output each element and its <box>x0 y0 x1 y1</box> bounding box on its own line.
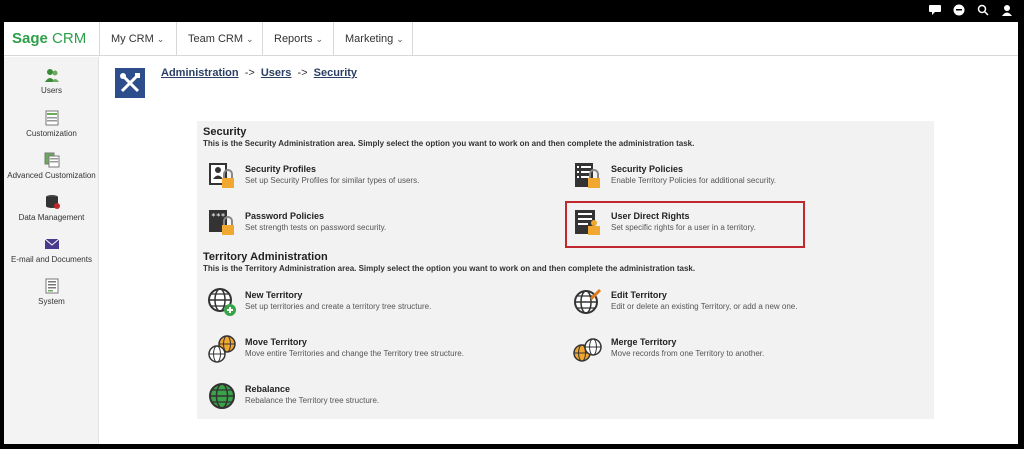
customization-icon <box>45 110 58 126</box>
breadcrumb-separator: -> <box>244 67 255 79</box>
new-territory-option[interactable]: New Territory Set up territories and cre… <box>203 285 533 319</box>
envelope-icon <box>44 238 59 249</box>
help-icon[interactable] <box>952 4 966 16</box>
edit-territory-icon <box>574 288 602 314</box>
option-description: Move entire Territories and change the T… <box>245 349 464 358</box>
security-policies-icon <box>575 163 600 188</box>
security-section-description: This is the Security Administration area… <box>203 139 695 148</box>
option-title: Edit Territory <box>611 290 667 300</box>
highlight-box <box>565 201 805 248</box>
advanced-customization-icon <box>44 152 59 168</box>
os-top-bar <box>0 0 1024 22</box>
sidebar-item-label: Customization <box>26 129 77 138</box>
rebalance-icon <box>209 383 235 409</box>
password-policies-icon: *** <box>209 210 234 235</box>
new-territory-icon <box>208 288 236 316</box>
sidebar-item-advanced-customization[interactable]: Advanced Customization <box>4 152 99 180</box>
admin-tools-icon <box>115 68 145 98</box>
merge-territory-icon <box>573 338 602 362</box>
sidebar-item-label: Advanced Customization <box>7 171 96 180</box>
sidebar-item-label: Data Management <box>18 213 85 222</box>
merge-territory-option[interactable]: Merge Territory Move records from one Te… <box>569 332 899 366</box>
territory-section-description: This is the Territory Administration are… <box>203 264 696 273</box>
security-section-title: Security <box>203 126 247 138</box>
search-icon[interactable] <box>976 4 990 16</box>
database-icon <box>45 195 60 209</box>
sage-crm-logo[interactable]: Sage CRM <box>12 30 86 47</box>
option-description: Move records from one Territory to anoth… <box>611 349 765 358</box>
move-territory-option[interactable]: Move Territory Move entire Territories a… <box>203 332 533 366</box>
users-icon <box>44 69 59 82</box>
nav-team-crm[interactable]: Team CRM ⌄ <box>176 22 262 56</box>
user-icon[interactable] <box>1000 4 1014 16</box>
option-title: Rebalance <box>245 384 291 394</box>
security-policies-option[interactable]: Security Policies Enable Territory Polic… <box>569 159 899 193</box>
chevron-down-icon: ⌄ <box>156 34 165 44</box>
option-description: Enable Territory Policies for additional… <box>611 176 777 185</box>
sidebar-item-email-documents[interactable]: E-mail and Documents <box>4 236 99 264</box>
system-icon <box>45 278 58 294</box>
logo-primary: Sage <box>12 30 48 47</box>
option-description: Edit or delete an existing Territory, or… <box>611 302 798 311</box>
breadcrumb-separator: -> <box>297 67 308 79</box>
option-title: Password Policies <box>245 211 325 221</box>
admin-panel: Security This is the Security Administra… <box>197 121 934 419</box>
sidebar-item-system[interactable]: System <box>4 278 99 306</box>
sidebar-item-label: E-mail and Documents <box>11 255 92 264</box>
security-profiles-icon <box>209 163 234 188</box>
sidebar-item-data-management[interactable]: Data Management <box>4 194 99 222</box>
nav-marketing[interactable]: Marketing ⌄ <box>333 22 413 56</box>
option-title: Merge Territory <box>611 337 677 347</box>
password-policies-option[interactable]: *** Password Policies Set strength tests… <box>203 206 533 240</box>
rebalance-option[interactable]: Rebalance Rebalance the Territory tree s… <box>203 379 533 413</box>
breadcrumb-security[interactable]: Security <box>314 67 357 79</box>
option-title: Security Profiles <box>245 164 317 174</box>
sidebar-item-customization[interactable]: Customization <box>4 110 99 138</box>
chevron-down-icon: ⌄ <box>315 34 324 44</box>
option-description: Set strength tests on password security. <box>245 223 387 232</box>
breadcrumb: Administration -> Users -> Security <box>161 67 357 79</box>
territory-section-title: Territory Administration <box>203 251 328 263</box>
option-description: Set up Security Profiles for similar typ… <box>245 176 420 185</box>
chevron-down-icon: ⌄ <box>246 34 254 44</box>
chevron-down-icon: ⌄ <box>396 34 404 44</box>
option-title: Move Territory <box>245 337 307 347</box>
option-title: New Territory <box>245 290 303 300</box>
sidebar-item-label: Users <box>41 86 62 95</box>
nav-label: My CRM <box>111 33 154 45</box>
option-description: Set up territories and create a territor… <box>245 302 432 311</box>
logo-secondary: CRM <box>52 30 87 47</box>
sidebar-item-label: System <box>38 297 65 306</box>
nav-reports[interactable]: Reports ⌄ <box>262 22 333 56</box>
nav-label: Marketing <box>345 33 394 45</box>
move-territory-icon <box>208 335 236 363</box>
nav-my-crm[interactable]: My CRM ⌄ <box>99 22 176 56</box>
option-description: Rebalance the Territory tree structure. <box>245 396 380 405</box>
breadcrumb-administration[interactable]: Administration <box>161 67 239 79</box>
option-title: Security Policies <box>611 164 684 174</box>
comment-icon[interactable] <box>928 4 942 16</box>
breadcrumb-users[interactable]: Users <box>261 67 292 79</box>
main-header: Sage CRM My CRM ⌄ Team CRM ⌄ Reports ⌄ Mark… <box>4 22 1018 56</box>
security-profiles-option[interactable]: Security Profiles Set up Security Profil… <box>203 159 533 193</box>
nav-label: Reports <box>274 33 313 45</box>
sidebar-item-users[interactable]: Users <box>4 67 99 95</box>
crm-window: Sage CRM My CRM ⌄ Team CRM ⌄ Reports ⌄ Mark… <box>4 22 1018 444</box>
nav-label: Team CRM <box>188 33 244 45</box>
edit-territory-option[interactable]: Edit Territory Edit or delete an existin… <box>569 285 899 319</box>
admin-sidebar: Users Customization Advanced Customizati… <box>4 57 99 444</box>
